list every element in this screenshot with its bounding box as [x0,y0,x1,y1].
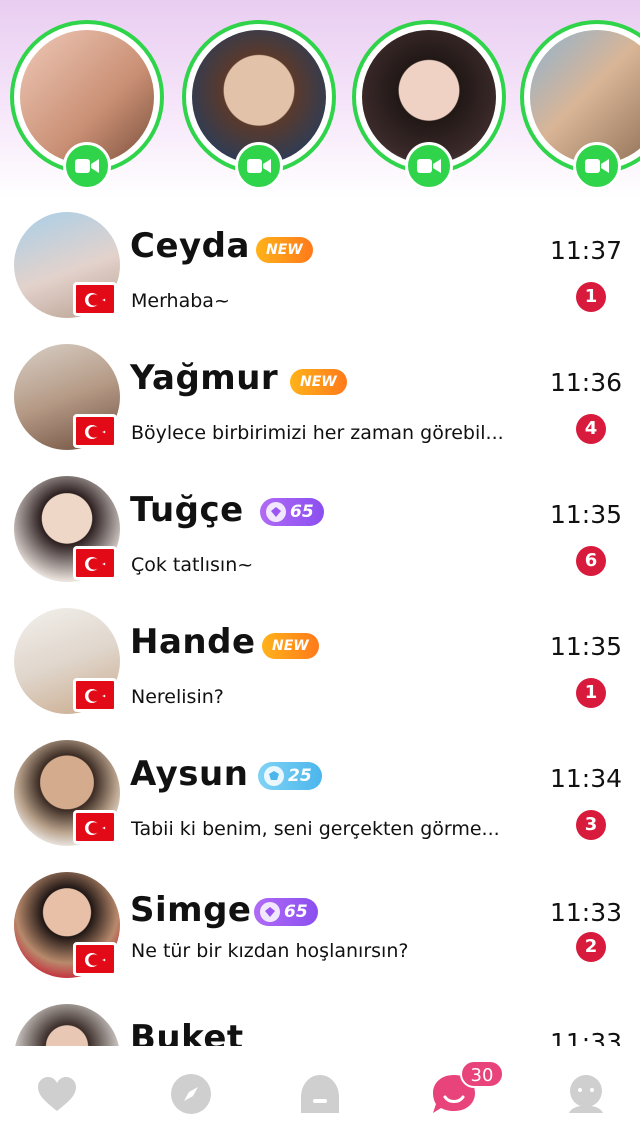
unread-count-badge: 3 [576,810,606,840]
last-message: Çok tatlısın~ [131,554,254,576]
new-badge: NEW [256,237,313,263]
level-badge: 25 [258,762,322,790]
turkey-flag-icon [73,414,117,448]
unread-count-badge: 6 [576,546,606,576]
chat-row[interactable]: Tuğçe 65 Çok tatlısın~ 11:35 6 [0,474,640,606]
unread-count-badge: 2 [576,932,606,962]
last-message: Nerelisin? [131,686,224,708]
last-message: Böylece birbirimizi her zaman görebil... [131,422,504,444]
last-message: Ne tür bir kızdan hoşlanırsın? [131,940,409,962]
message-time: 11:33 [549,1028,622,1046]
message-time: 11:36 [549,368,622,397]
level-value: 25 [288,766,312,786]
contact-name: Tuğçe [130,490,244,530]
chat-row[interactable]: Buket 11:33 [0,1002,640,1046]
chat-unread-total-badge: 30 [460,1060,504,1088]
story-avatar-3[interactable] [352,20,506,190]
unread-count-badge: 1 [576,678,606,708]
stories-bar [0,0,640,198]
level-value: 65 [290,502,314,522]
home-icon[interactable] [296,1070,344,1118]
turkey-flag-icon [73,546,117,580]
contact-name: Ceyda [130,226,250,266]
gem-icon [260,902,280,922]
chat-row[interactable]: Aysun 25 Tabii ki benim, seni gerçekten … [0,738,640,870]
heart-icon[interactable] [33,1070,81,1118]
turkey-flag-icon [73,942,117,976]
chat-row[interactable]: Ceyda NEW Merhaba~ 11:37 1 [0,210,640,342]
video-camera-icon[interactable] [405,142,453,190]
turkey-flag-icon [73,282,117,316]
turkey-flag-icon [73,810,117,844]
chat-row[interactable]: Yağmur NEW Böylece birbirimizi her zaman… [0,342,640,474]
gem-icon [266,502,286,522]
contact-name: Aysun [130,754,249,794]
message-time: 11:37 [549,236,622,265]
contact-name: Simge [130,890,252,930]
new-badge: NEW [290,369,347,395]
contact-name: Hande [130,622,256,662]
video-camera-icon[interactable] [235,142,283,190]
compass-icon[interactable] [167,1070,215,1118]
contact-name: Yağmur [130,358,279,398]
message-time: 11:34 [549,764,622,793]
story-avatar-4[interactable] [520,20,640,190]
turkey-flag-icon [73,678,117,712]
last-message: Merhaba~ [131,290,230,312]
unread-count-badge: 1 [576,282,606,312]
video-camera-icon[interactable] [573,142,621,190]
message-time: 11:33 [549,898,622,927]
level-value: 65 [284,902,308,922]
chat-list[interactable]: Ceyda NEW Merhaba~ 11:37 1 Yağmur NEW Bö… [0,198,640,1046]
video-camera-icon[interactable] [63,142,111,190]
last-message: Tabii ki benim, seni gerçekten görme... [131,818,500,840]
contact-name: Buket [130,1018,244,1046]
message-time: 11:35 [549,500,622,529]
chat-row[interactable]: Simge 65 Ne tür bir kızdan hoşlanırsın? … [0,870,640,1002]
unread-count-badge: 4 [576,414,606,444]
chat-row[interactable]: Hande NEW Nerelisin? 11:35 1 [0,606,640,738]
message-time: 11:35 [549,632,622,661]
crown-gem-icon [264,766,284,786]
level-badge: 65 [254,898,318,926]
avatar[interactable] [14,1004,120,1046]
story-avatar-1[interactable] [10,20,164,190]
new-badge: NEW [262,633,319,659]
story-avatar-2[interactable] [182,20,336,190]
level-badge: 65 [260,498,324,526]
bottom-nav [0,1046,640,1138]
profile-icon[interactable] [562,1070,610,1118]
